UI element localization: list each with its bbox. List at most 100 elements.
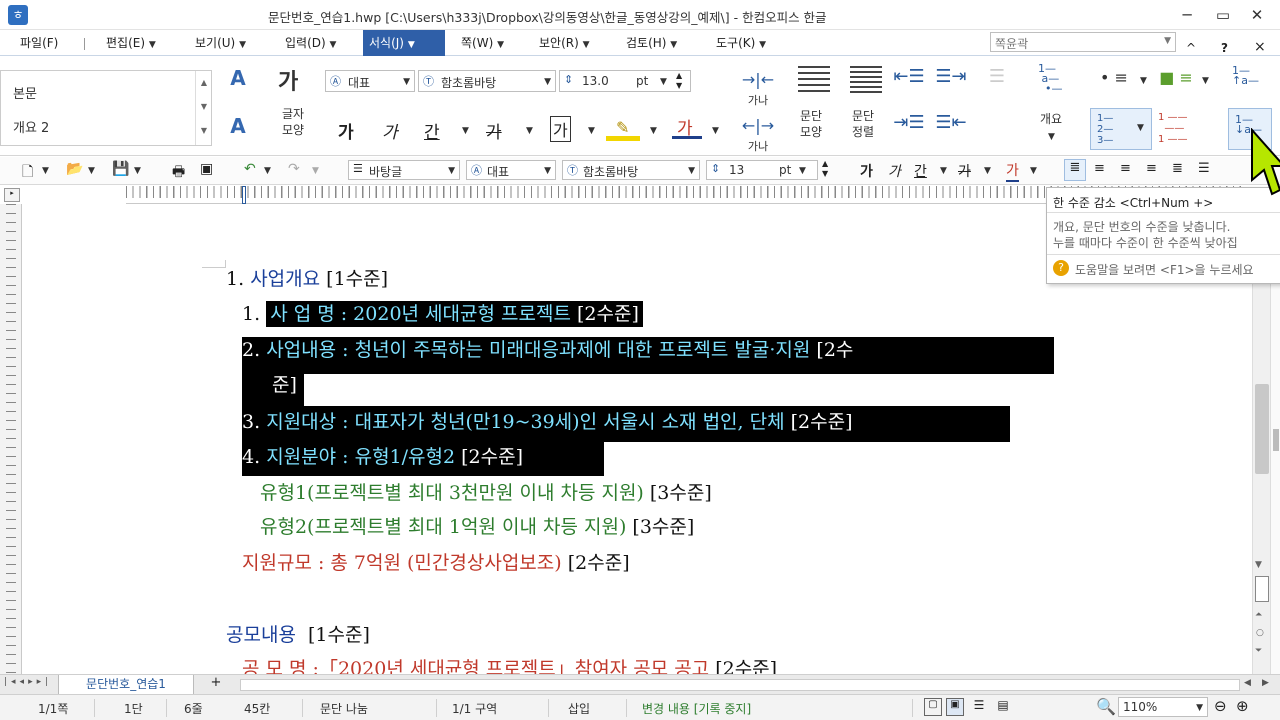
- close-button[interactable]: ✕: [1246, 4, 1268, 26]
- scroll-thumb[interactable]: [1255, 384, 1269, 474]
- font-color-button-2[interactable]: 가: [1006, 160, 1019, 182]
- scroll-left-icon[interactable]: ◀: [1244, 678, 1251, 688]
- align-center-icon[interactable]: ≡: [1120, 161, 1131, 176]
- vertical-ruler[interactable]: [0, 204, 22, 674]
- bold-button[interactable]: 가: [338, 118, 354, 143]
- size-stepper-2[interactable]: ▲ ▼: [822, 159, 828, 179]
- italic-button[interactable]: 가: [382, 118, 398, 143]
- size-combo-2[interactable]: ⇕ 13 pt ▼: [706, 160, 818, 180]
- ruler-corner[interactable]: ▸: [4, 188, 20, 202]
- outline-button[interactable]: 1— a— •— 개요 ▼: [1034, 62, 1074, 148]
- font-size-combo[interactable]: ⇕ 13.0 pt ▼ ▲ ▼: [559, 70, 691, 92]
- para-number-icon[interactable]: 1 —— —— 1 ——: [1158, 112, 1188, 145]
- add-tab-button[interactable]: +: [198, 675, 234, 695]
- doc-tab[interactable]: 문단번호_연습1: [58, 675, 194, 695]
- zoom-icon[interactable]: 🔍: [1096, 697, 1116, 716]
- next-page-icon[interactable]: ⏷: [1255, 646, 1262, 656]
- page-icon[interactable]: ○: [1256, 628, 1264, 638]
- para-style-combo[interactable]: ☰ 바탕글 ▼: [348, 160, 460, 180]
- align-left-icon[interactable]: ≡: [1094, 161, 1105, 176]
- zoom-out-icon[interactable]: ⊖: [1214, 697, 1227, 715]
- style-combo[interactable]: Ⓐ 대표 ▼: [325, 70, 415, 92]
- bullet-list-icon[interactable]: • ≡: [1094, 68, 1134, 87]
- font-color-button[interactable]: 가: [672, 114, 702, 142]
- zoom-combo[interactable]: 110% ▼: [1118, 697, 1208, 717]
- underline-button-2[interactable]: 간: [914, 161, 927, 181]
- app-logo-icon[interactable]: ㅎ: [8, 5, 28, 25]
- view-page-icon[interactable]: ▣: [946, 698, 964, 716]
- picture-bullet-icon[interactable]: ■ ≡: [1156, 68, 1196, 87]
- prev-page-icon[interactable]: ⏶: [1255, 610, 1262, 620]
- char-spacing-wide-icon[interactable]: ←|→ 가나: [740, 116, 776, 154]
- outline-line[interactable]: 4. 지원분야 : 유형1/유형2 [2수준]: [242, 442, 523, 472]
- status-track[interactable]: 변경 내용 [기록 중지]: [642, 700, 751, 717]
- outline-line[interactable]: 1. 사 업 명 : 2020년 세대균형 프로젝트 [2수준]: [242, 299, 643, 329]
- bold-button-2[interactable]: 가: [860, 161, 873, 181]
- highlight-button[interactable]: ✎: [606, 116, 640, 142]
- menu-security[interactable]: 보안(R) ▼: [533, 30, 596, 56]
- align-divide-icon[interactable]: ☰: [1198, 161, 1210, 176]
- tab-nav-icons[interactable]: |◂◂▸▸|: [4, 677, 52, 687]
- font-combo-2[interactable]: Ⓣ 함초롬바탕 ▼: [562, 160, 700, 180]
- outline-line[interactable]: 1. 사업개요 [1수준]: [226, 264, 388, 294]
- maximize-button[interactable]: ▭: [1212, 4, 1234, 26]
- numbered-list-button[interactable]: 1— 2— 3— ▼: [1090, 108, 1152, 150]
- collapse-ribbon-icon[interactable]: ^: [1186, 41, 1196, 55]
- style-list-scroll[interactable]: ▲ ▼ ▼: [195, 71, 212, 145]
- outline-line[interactable]: 3. 지원대상 : 대표자가 청년(만19~39세)인 서울시 소재 법인, 단…: [242, 407, 853, 437]
- new-doc-icon[interactable]: 🗋: [22, 161, 33, 185]
- style-gallery-icon[interactable]: A: [220, 66, 256, 96]
- view-outline-icon[interactable]: ☰: [970, 698, 988, 716]
- menu-edit[interactable]: 편집(E) ▼: [100, 30, 162, 56]
- panel-grip[interactable]: [1273, 429, 1279, 451]
- scroll-right-icon[interactable]: ▶: [1262, 678, 1269, 688]
- italic-button-2[interactable]: 가: [888, 161, 901, 181]
- outline-line-wrap[interactable]: 준]: [272, 370, 297, 400]
- indent-increase-icon[interactable]: ☰⇥: [934, 66, 968, 87]
- outline-line[interactable]: 공모내용 [1수준]: [226, 620, 370, 650]
- ruler-indent-marker[interactable]: [242, 186, 246, 204]
- right-margin-icon[interactable]: ☰⇤: [934, 112, 968, 133]
- outline-line[interactable]: 유형1(프로젝트별 최대 3천만원 이내 차등 지원) [3수준]: [260, 478, 712, 508]
- scroll-down-icon[interactable]: ▼: [1255, 560, 1262, 570]
- help-icon[interactable]: ?: [1221, 41, 1228, 55]
- align-distribute-icon[interactable]: ≣: [1172, 161, 1183, 176]
- close-doc-icon[interactable]: ×: [1254, 39, 1266, 55]
- open-folder-icon[interactable]: 📂: [66, 161, 83, 177]
- print-icon[interactable]: 🖶: [172, 161, 185, 185]
- style-edit-icon[interactable]: A: [220, 114, 256, 144]
- font-combo[interactable]: Ⓣ 함초롬바탕 ▼: [418, 70, 556, 92]
- redo-icon[interactable]: ↷: [288, 161, 300, 177]
- menu-page[interactable]: 쪽(W) ▼: [455, 30, 510, 56]
- outline-line[interactable]: 공 모 명 :「2020년 세대균형 프로젝트」참여자 공모 공고 [2수준]: [242, 654, 777, 674]
- para-align-button[interactable]: 문단 정렬: [846, 62, 886, 148]
- lang-combo[interactable]: Ⓐ 대표 ▼: [466, 160, 556, 180]
- menu-tools[interactable]: 도구(K) ▼: [710, 30, 772, 56]
- menu-file[interactable]: 파일(F): [14, 30, 64, 56]
- align-justify-icon[interactable]: ≣: [1064, 159, 1086, 181]
- menu-format[interactable]: 서식(J) ▼: [363, 30, 445, 56]
- first-line-icon[interactable]: ☰: [980, 66, 1014, 87]
- strike-button-2[interactable]: 가: [958, 161, 971, 181]
- menu-review[interactable]: 검토(H) ▼: [620, 30, 683, 56]
- outline-line[interactable]: 유형2(프로젝트별 최대 1억원 이내 차등 지원) [3수준]: [260, 512, 694, 542]
- view-normal-icon[interactable]: ▢: [924, 698, 942, 716]
- outline-char-button[interactable]: 가: [550, 116, 571, 142]
- left-margin-icon[interactable]: ⇥☰: [892, 112, 926, 133]
- undo-icon[interactable]: ↶: [244, 161, 256, 177]
- horizontal-scrollbar[interactable]: [240, 679, 1240, 691]
- status-page[interactable]: 1/1쪽: [38, 700, 68, 717]
- para-shape-button[interactable]: 문단 모양: [794, 62, 834, 148]
- style-item-outline2[interactable]: 개요 2: [13, 117, 49, 136]
- menu-view[interactable]: 보기(U) ▼: [189, 30, 252, 56]
- zoom-in-icon[interactable]: ⊕: [1236, 697, 1249, 715]
- strike-button[interactable]: 가: [486, 118, 502, 143]
- indent-decrease-icon[interactable]: ⇤☰: [892, 66, 926, 87]
- menu-insert[interactable]: 입력(D) ▼: [279, 30, 342, 56]
- outline-line[interactable]: 지원규모 : 총 7억원 (민간경상사업보조) [2수준]: [242, 548, 630, 578]
- style-item-body[interactable]: 본문: [13, 83, 37, 102]
- save-icon[interactable]: 💾: [112, 161, 129, 177]
- outline-line[interactable]: 2. 사업내용 : 청년이 주목하는 미래대응과제에 대한 프로젝트 발굴·지원…: [242, 335, 853, 365]
- status-mode[interactable]: 삽입: [568, 700, 590, 717]
- preview-icon[interactable]: ▣: [200, 161, 213, 177]
